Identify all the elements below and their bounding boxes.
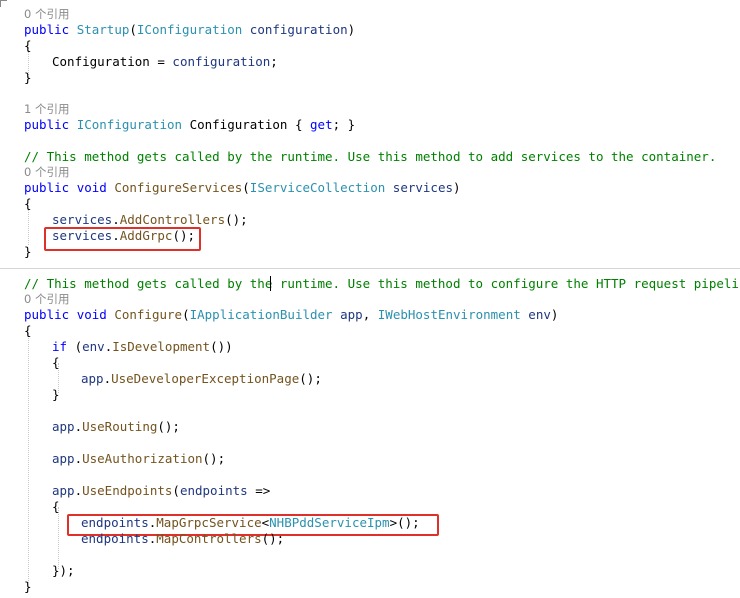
code-brace: } bbox=[24, 244, 32, 259]
parameter: configuration bbox=[249, 22, 348, 37]
indent-guide bbox=[58, 507, 59, 569]
type-name: Startup bbox=[76, 22, 130, 37]
code-brace: { bbox=[24, 323, 32, 338]
code-line-use-endpoints: app.UseEndpoints(endpoints => bbox=[52, 483, 271, 498]
code-line-startup-ctor: public Startup(IConfiguration configurat… bbox=[24, 22, 356, 37]
code-line-add-controllers: services.AddControllers(); bbox=[52, 212, 248, 227]
editor-corner bbox=[0, 0, 7, 7]
code-comment: // This method gets called by the runtim… bbox=[24, 276, 740, 291]
reference-count-configure[interactable]: 0 个引用 bbox=[24, 291, 69, 307]
reference-count-configuration[interactable]: 1 个引用 bbox=[24, 101, 69, 117]
keyword: public bbox=[24, 22, 70, 37]
code-brace: { bbox=[52, 499, 60, 514]
code-line-map-controllers: endpoints.MapControllers(); bbox=[81, 531, 285, 546]
method-separator bbox=[0, 268, 740, 269]
code-brace: { bbox=[24, 38, 32, 53]
code-editor[interactable]: 0 个引用 public Startup(IConfiguration conf… bbox=[0, 0, 740, 598]
code-brace: } bbox=[24, 70, 32, 85]
type-name: IConfiguration bbox=[136, 22, 243, 37]
code-line-property: public IConfiguration Configuration { ge… bbox=[24, 117, 356, 132]
highlight-box-add-grpc bbox=[44, 227, 201, 251]
reference-count-configure-services[interactable]: 0 个引用 bbox=[24, 164, 69, 180]
code-line-use-authorization: app.UseAuthorization(); bbox=[52, 451, 226, 466]
reference-count-startup[interactable]: 0 个引用 bbox=[24, 6, 69, 22]
code-line-close-lambda: }); bbox=[52, 563, 75, 578]
code-line-dev-exception: app.UseDeveloperExceptionPage(); bbox=[81, 371, 322, 386]
code-brace: { bbox=[24, 196, 32, 211]
code-line-assign: Configuration = configuration; bbox=[52, 54, 278, 69]
code-line-configure: public void Configure(IApplicationBuilde… bbox=[24, 307, 559, 322]
indent-guide bbox=[28, 333, 29, 583]
code-brace: } bbox=[52, 387, 60, 402]
code-line-if: if (env.IsDevelopment()) bbox=[52, 339, 233, 354]
indent-guide bbox=[28, 209, 29, 245]
code-brace: { bbox=[52, 355, 60, 370]
text-caret bbox=[270, 276, 271, 291]
code-comment: // This method gets called by the runtim… bbox=[24, 149, 717, 164]
code-line-use-routing: app.UseRouting(); bbox=[52, 419, 180, 434]
code-line-configure-services: public void ConfigureServices(IServiceCo… bbox=[24, 180, 461, 195]
code-brace: } bbox=[24, 579, 32, 594]
